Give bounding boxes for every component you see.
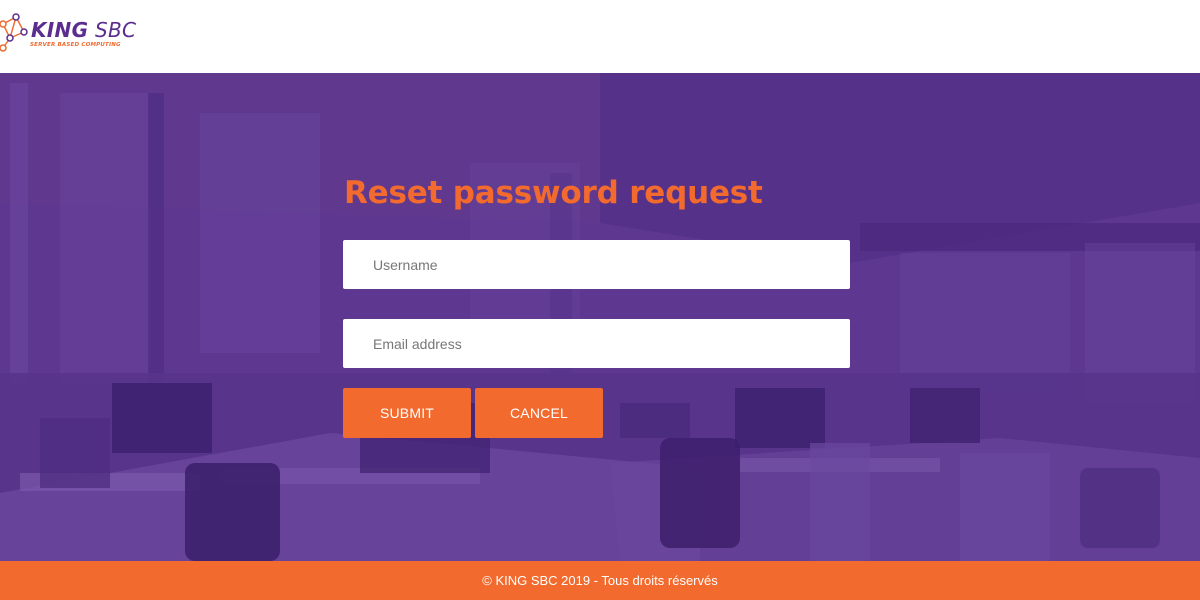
office-background-image xyxy=(0,73,1200,561)
reset-password-form: Reset password request SUBMIT CANCEL xyxy=(343,173,853,438)
logo-wordmark: KING SBC xyxy=(31,18,137,42)
network-nodes-icon xyxy=(0,13,28,52)
site-header: KING SBC SERVER BASED COMPUTING xyxy=(0,0,1200,73)
email-field[interactable] xyxy=(343,319,850,368)
copyright-text: © KING SBC 2019 - Tous droits réservés xyxy=(482,573,718,588)
site-footer: © KING SBC 2019 - Tous droits réservés xyxy=(0,561,1200,600)
username-field[interactable] xyxy=(343,240,850,289)
submit-button[interactable]: SUBMIT xyxy=(343,388,471,438)
page-title: Reset password request xyxy=(344,175,763,211)
king-sbc-logo[interactable]: KING SBC SERVER BASED COMPUTING xyxy=(0,12,136,56)
hero-section: Reset password request SUBMIT CANCEL xyxy=(0,73,1200,561)
logo-tagline: SERVER BASED COMPUTING xyxy=(30,42,121,48)
cancel-button[interactable]: CANCEL xyxy=(475,388,603,438)
